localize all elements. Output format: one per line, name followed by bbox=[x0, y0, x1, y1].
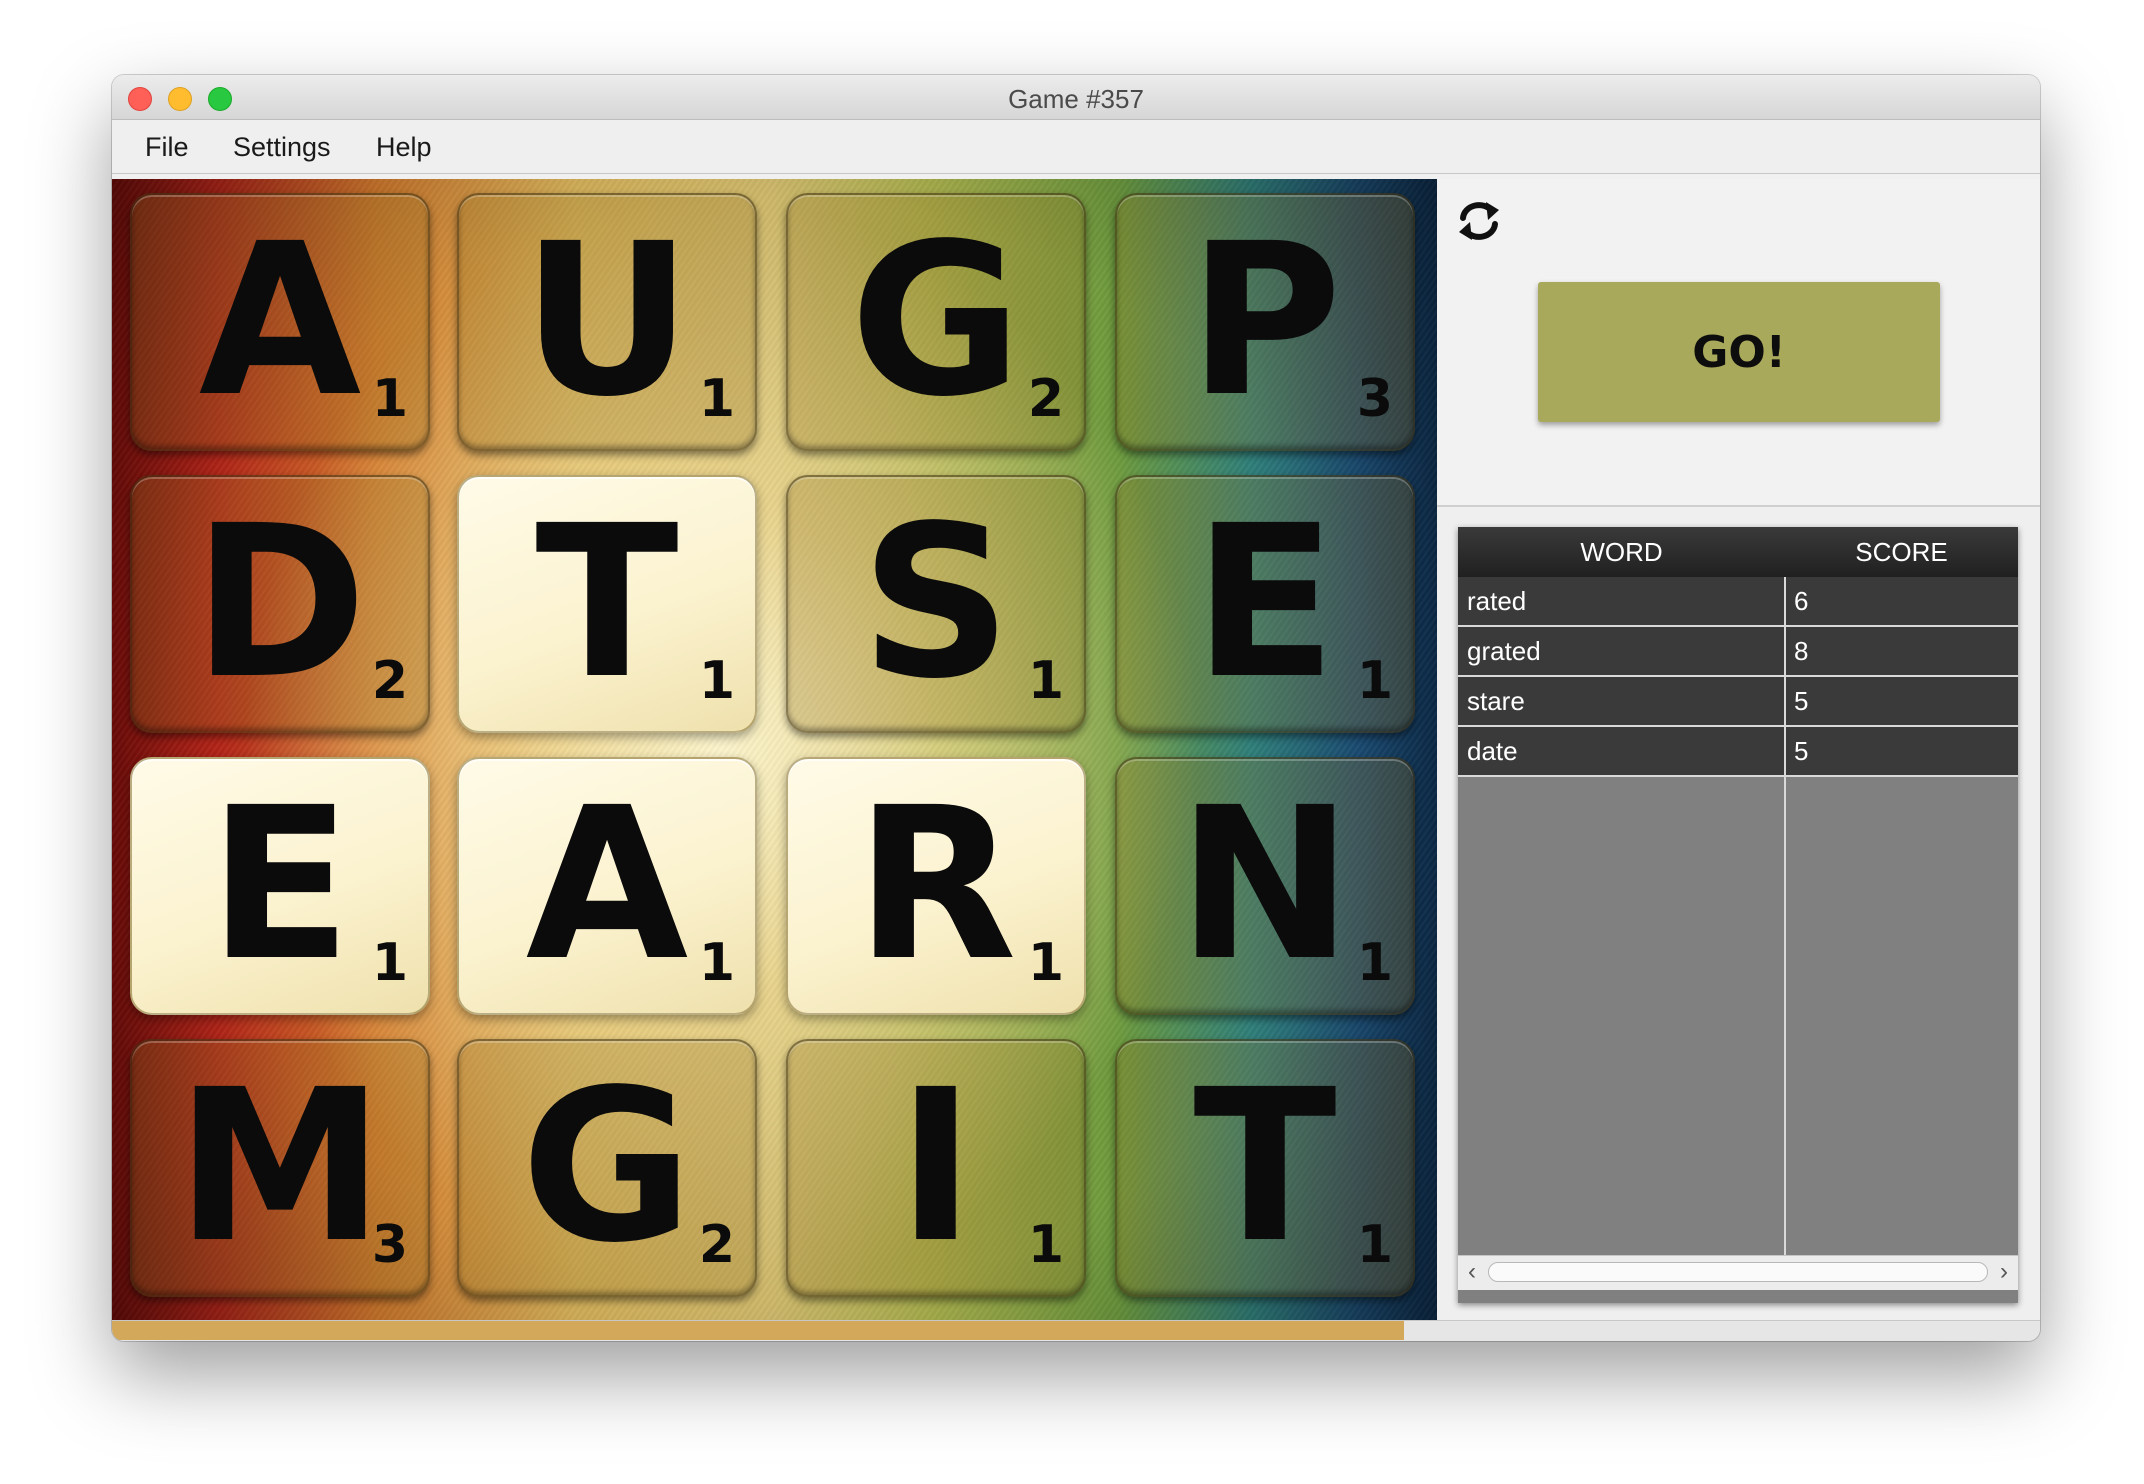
word-cell: rated bbox=[1467, 586, 1527, 616]
letter-tile[interactable]: P3 bbox=[1115, 193, 1415, 451]
menu-file[interactable]: File bbox=[145, 132, 189, 163]
table-row[interactable]: stare 5 bbox=[1458, 677, 2018, 727]
control-panel: GO! bbox=[1437, 179, 2040, 507]
tile-points: 3 bbox=[1356, 369, 1393, 429]
letter-tile[interactable]: G2 bbox=[786, 193, 1086, 451]
tile-points: 2 bbox=[698, 1215, 735, 1275]
timer-progress-bar bbox=[112, 1320, 2040, 1341]
letter-tile[interactable]: A1 bbox=[130, 193, 430, 451]
score-cell: 5 bbox=[1794, 736, 1809, 766]
letter-board: A1U1G2P3D2T1S1E1E1A1R1N1M3G2I1T1 bbox=[112, 179, 1437, 1320]
words-panel: WORD SCORE rated 6 grated 8 stare 5 date… bbox=[1437, 507, 2040, 1320]
tile-points: 2 bbox=[371, 651, 408, 711]
menu-settings[interactable]: Settings bbox=[233, 132, 331, 163]
tile-points: 1 bbox=[371, 933, 408, 993]
column-divider bbox=[1784, 577, 1786, 1255]
letter-tile[interactable]: G2 bbox=[457, 1039, 757, 1297]
menu-bar: File Settings Help bbox=[112, 120, 2040, 174]
score-cell: 5 bbox=[1794, 686, 1809, 716]
tile-points: 1 bbox=[1356, 933, 1393, 993]
letter-tile[interactable]: R1 bbox=[786, 757, 1086, 1015]
title-bar: Game #357 bbox=[112, 75, 2040, 120]
tile-points: 1 bbox=[698, 369, 735, 429]
word-cell: grated bbox=[1467, 636, 1541, 666]
tile-points: 1 bbox=[698, 651, 735, 711]
tile-points: 1 bbox=[698, 933, 735, 993]
letter-tile[interactable]: E1 bbox=[1115, 475, 1415, 733]
game-window: Game #357 File Settings Help A1U1G2P3D2T… bbox=[112, 75, 2040, 1341]
column-header-score[interactable]: SCORE bbox=[1785, 527, 2018, 577]
window-title: Game #357 bbox=[1008, 84, 1144, 114]
letter-tile[interactable]: A1 bbox=[457, 757, 757, 1015]
letter-tile[interactable]: I1 bbox=[786, 1039, 1086, 1297]
chevron-right-icon[interactable]: › bbox=[1992, 1259, 2016, 1285]
tile-points: 2 bbox=[1027, 369, 1064, 429]
menu-help[interactable]: Help bbox=[376, 132, 432, 163]
table-row[interactable]: grated 8 bbox=[1458, 627, 2018, 677]
words-table: WORD SCORE rated 6 grated 8 stare 5 date… bbox=[1458, 527, 2018, 1303]
letter-tile[interactable]: U1 bbox=[457, 193, 757, 451]
score-cell: 8 bbox=[1794, 636, 1809, 666]
letter-tile[interactable]: N1 bbox=[1115, 757, 1415, 1015]
score-cell: 6 bbox=[1794, 586, 1809, 616]
letter-tile[interactable]: T1 bbox=[457, 475, 757, 733]
table-row[interactable]: date 5 bbox=[1458, 727, 2018, 777]
refresh-icon[interactable] bbox=[1454, 196, 1504, 246]
tile-points: 1 bbox=[1356, 1215, 1393, 1275]
chevron-left-icon[interactable]: ‹ bbox=[1460, 1259, 1484, 1285]
word-cell: stare bbox=[1467, 686, 1525, 716]
timer-progress-fill bbox=[112, 1321, 1404, 1340]
scrollbar-thumb[interactable] bbox=[1488, 1262, 1988, 1282]
word-cell: date bbox=[1467, 736, 1518, 766]
horizontal-scrollbar[interactable]: ‹ › bbox=[1458, 1255, 2018, 1290]
tile-points: 1 bbox=[1027, 651, 1064, 711]
table-header: WORD SCORE bbox=[1458, 527, 2018, 577]
go-button[interactable]: GO! bbox=[1538, 282, 1940, 422]
letter-tile[interactable]: M3 bbox=[130, 1039, 430, 1297]
letter-tile[interactable]: T1 bbox=[1115, 1039, 1415, 1297]
letter-tile[interactable]: S1 bbox=[786, 475, 1086, 733]
tile-points: 3 bbox=[371, 1215, 408, 1275]
tile-points: 1 bbox=[1027, 933, 1064, 993]
tile-points: 1 bbox=[371, 369, 408, 429]
tile-points: 1 bbox=[1356, 651, 1393, 711]
letter-tile[interactable]: D2 bbox=[130, 475, 430, 733]
table-row[interactable]: rated 6 bbox=[1458, 577, 2018, 627]
column-header-word[interactable]: WORD bbox=[1458, 527, 1785, 577]
tile-points: 1 bbox=[1027, 1215, 1064, 1275]
letter-tile[interactable]: E1 bbox=[130, 757, 430, 1015]
